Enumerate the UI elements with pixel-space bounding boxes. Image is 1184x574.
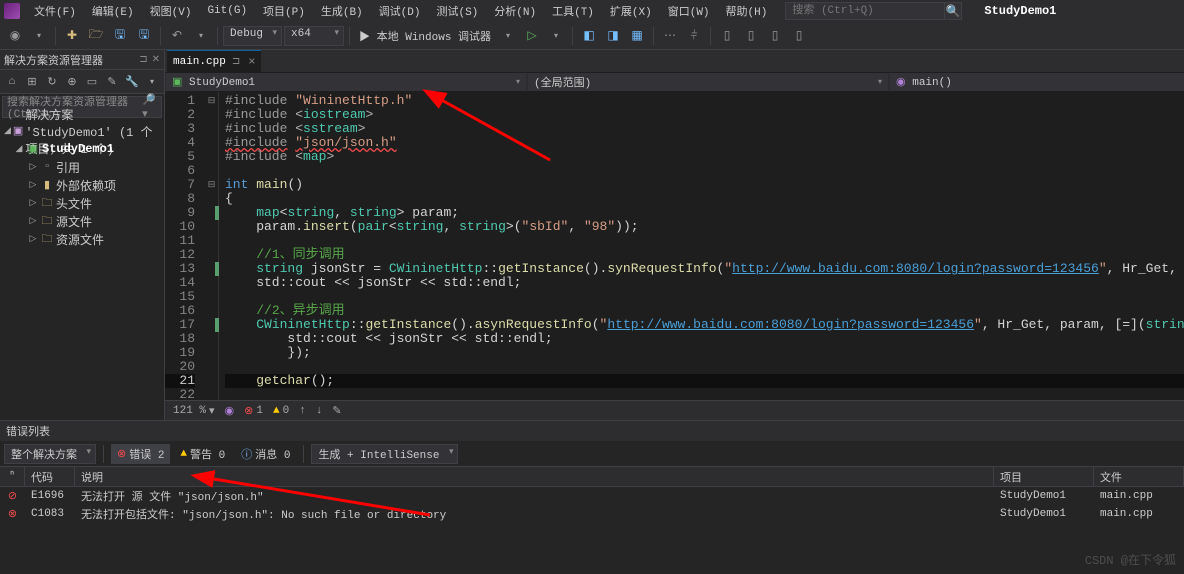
undo-icon[interactable]: ↶ [166, 25, 188, 47]
nav-up-icon[interactable]: ↑ [299, 405, 306, 417]
error-list-panel: 错误列表 整个解决方案 ⊗错误 2 ▲警告 0 ⓘ消息 0 生成 + Intel… [0, 420, 1184, 574]
dropdown-icon[interactable]: ▾ [28, 25, 50, 47]
messages-filter-button[interactable]: ⓘ消息 0 [235, 444, 296, 464]
menu-item[interactable]: 调试(D) [373, 3, 427, 19]
tool-icon[interactable]: ▯ [788, 25, 810, 47]
menu-item[interactable]: 分析(N) [488, 3, 542, 19]
warnings-filter-button[interactable]: ▲警告 0 [174, 444, 231, 464]
config-combo[interactable]: Debug [223, 26, 282, 46]
toolbar: ◉ ▾ ✚ 🗁 🖫 🖫 ↶ ▾ Debug x64 ▶ 本地 Windows 调… [0, 22, 1184, 50]
dropdown-icon[interactable]: ▾ [497, 25, 519, 47]
solution-name: StudyDemo1 [984, 4, 1056, 18]
tree-item[interactable]: ▷▫引用 [0, 158, 164, 176]
menu-item[interactable]: Git(G) [201, 5, 253, 17]
menu-item[interactable]: 生成(B) [315, 3, 369, 19]
start-debug-button[interactable]: ▶ 本地 Windows 调试器 [355, 28, 495, 44]
status-icon[interactable]: ◉ [225, 404, 235, 418]
save-all-icon[interactable]: 🖫 [133, 25, 155, 47]
warning-icon: ▲ [273, 405, 280, 417]
menu-item[interactable]: 视图(V) [144, 3, 198, 19]
menu-item[interactable]: 文件(F) [28, 3, 82, 19]
tree-item[interactable]: ▷▮外部依赖项 [0, 176, 164, 194]
panel-title: 解决方案资源管理器 [4, 52, 103, 68]
tool-icon[interactable]: ◧ [578, 25, 600, 47]
tool-icon[interactable]: ▦ [626, 25, 648, 47]
tool-icon[interactable]: ✎ [332, 404, 341, 418]
close-icon[interactable]: × [248, 55, 255, 69]
wrench-icon[interactable]: 🔧 [124, 74, 140, 90]
search-icon[interactable]: 🔍 [944, 2, 962, 20]
crumb-function[interactable]: ◉ main()▾ [890, 73, 1184, 91]
menu-item[interactable]: 项目(P) [257, 3, 311, 19]
close-icon[interactable]: ✕ [152, 54, 160, 66]
error-table: ⁿ 代码 说明 项目 文件 ⊘E1696无法打开 源 文件 "json/json… [0, 467, 1184, 574]
table-header: ⁿ 代码 说明 项目 文件 [0, 467, 1184, 487]
menu-item[interactable]: 测试(S) [430, 3, 484, 19]
menu-item[interactable]: 窗口(W) [662, 3, 716, 19]
dropdown-icon[interactable]: ▾ [144, 74, 160, 90]
scope-filter[interactable]: 整个解决方案 [4, 444, 96, 464]
crumb-scope[interactable]: (全局范围)▾ [528, 73, 888, 91]
tool-icon[interactable]: ▭ [84, 74, 100, 90]
error-icon: ⊗ [244, 404, 253, 418]
solution-explorer-panel: 解决方案资源管理器 ⊐ ✕ ⌂ ⊞ ↻ ⊕ ▭ ✎ 🔧 ▾ 搜索解决方案资源管理… [0, 50, 165, 420]
open-icon[interactable]: 🗁 [85, 25, 107, 47]
editor-tabs: main.cpp ⊐ × [165, 50, 1184, 72]
tool-icon[interactable]: ▯ [716, 25, 738, 47]
start-no-debug-icon[interactable]: ▷ [521, 25, 543, 47]
home-icon[interactable]: ⌂ [4, 74, 20, 90]
new-icon[interactable]: ✚ [61, 25, 83, 47]
redo-dropdown-icon[interactable]: ▾ [190, 25, 212, 47]
watermark: CSDN @在下令狐 [1085, 551, 1176, 568]
errors-filter-button[interactable]: ⊗错误 2 [111, 444, 170, 464]
pin-icon[interactable]: ⊐ [232, 56, 240, 68]
tool-icon[interactable]: ⊞ [24, 74, 40, 90]
tool-icon[interactable]: ▯ [740, 25, 762, 47]
nav-back-icon[interactable]: ◉ [4, 25, 26, 47]
platform-combo[interactable]: x64 [284, 26, 344, 46]
menu-item[interactable]: 工具(T) [546, 3, 600, 19]
editor-area: main.cpp ⊐ × ▣ StudyDemo1▾ (全局范围)▾ ◉ mai… [165, 50, 1184, 420]
tool-icon[interactable]: ✎ [104, 74, 120, 90]
tool-icon[interactable]: ⋯ [659, 25, 681, 47]
solution-tree: ◢▣解决方案 'StudyDemo1' (1 个项目，共 1 个) ◢▣Stud… [0, 120, 164, 250]
error-row[interactable]: ⊗C1083无法打开包括文件: "json/json.h": No such f… [0, 505, 1184, 523]
menu-item[interactable]: 扩展(X) [604, 3, 658, 19]
breadcrumb-bar: ▣ StudyDemo1▾ (全局范围)▾ ◉ main()▾ [165, 72, 1184, 92]
tab-main-cpp[interactable]: main.cpp ⊐ × [167, 50, 261, 72]
dropdown-icon[interactable]: ▾ [545, 25, 567, 47]
editor-status-bar: 121 % ▾ ◉ ⊗ 1 ▲ 0 ↑ ↓ ✎ [165, 400, 1184, 420]
tree-item[interactable]: ▷🗀源文件 [0, 212, 164, 230]
menu-bar: 文件(F)编辑(E)视图(V)Git(G) 项目(P)生成(B)调试(D)测试(S… [0, 0, 1184, 22]
build-filter[interactable]: 生成 + IntelliSense [311, 444, 458, 464]
tool-icon[interactable]: ◨ [602, 25, 624, 47]
tree-item[interactable]: ▷🗀资源文件 [0, 230, 164, 248]
nav-down-icon[interactable]: ↓ [316, 405, 323, 417]
menu-item[interactable]: 帮助(H) [720, 3, 774, 19]
tool-icon[interactable]: ⫩ [683, 25, 705, 47]
refresh-icon[interactable]: ↻ [44, 74, 60, 90]
tool-icon[interactable]: ▯ [764, 25, 786, 47]
tree-item[interactable]: ▷🗀头文件 [0, 194, 164, 212]
code-editor[interactable]: 1234567891011121314151617181920212223 ⊟⊟… [165, 92, 1184, 400]
menu-item[interactable]: 编辑(E) [86, 3, 140, 19]
zoom-level[interactable]: 121 % ▾ [173, 404, 215, 418]
solution-node[interactable]: ◢▣解决方案 'StudyDemo1' (1 个项目，共 1 个) [0, 122, 164, 140]
save-icon[interactable]: 🖫 [109, 25, 131, 47]
search-input[interactable] [785, 2, 945, 20]
vs-logo-icon [4, 3, 20, 19]
tool-icon[interactable]: ⊕ [64, 74, 80, 90]
crumb-project[interactable]: ▣ StudyDemo1▾ [166, 73, 526, 91]
pin-icon[interactable]: ⊐ [139, 54, 147, 66]
error-row[interactable]: ⊘E1696无法打开 源 文件 "json/json.h"StudyDemo1m… [0, 487, 1184, 505]
panel-title: 错误列表 [6, 423, 50, 439]
